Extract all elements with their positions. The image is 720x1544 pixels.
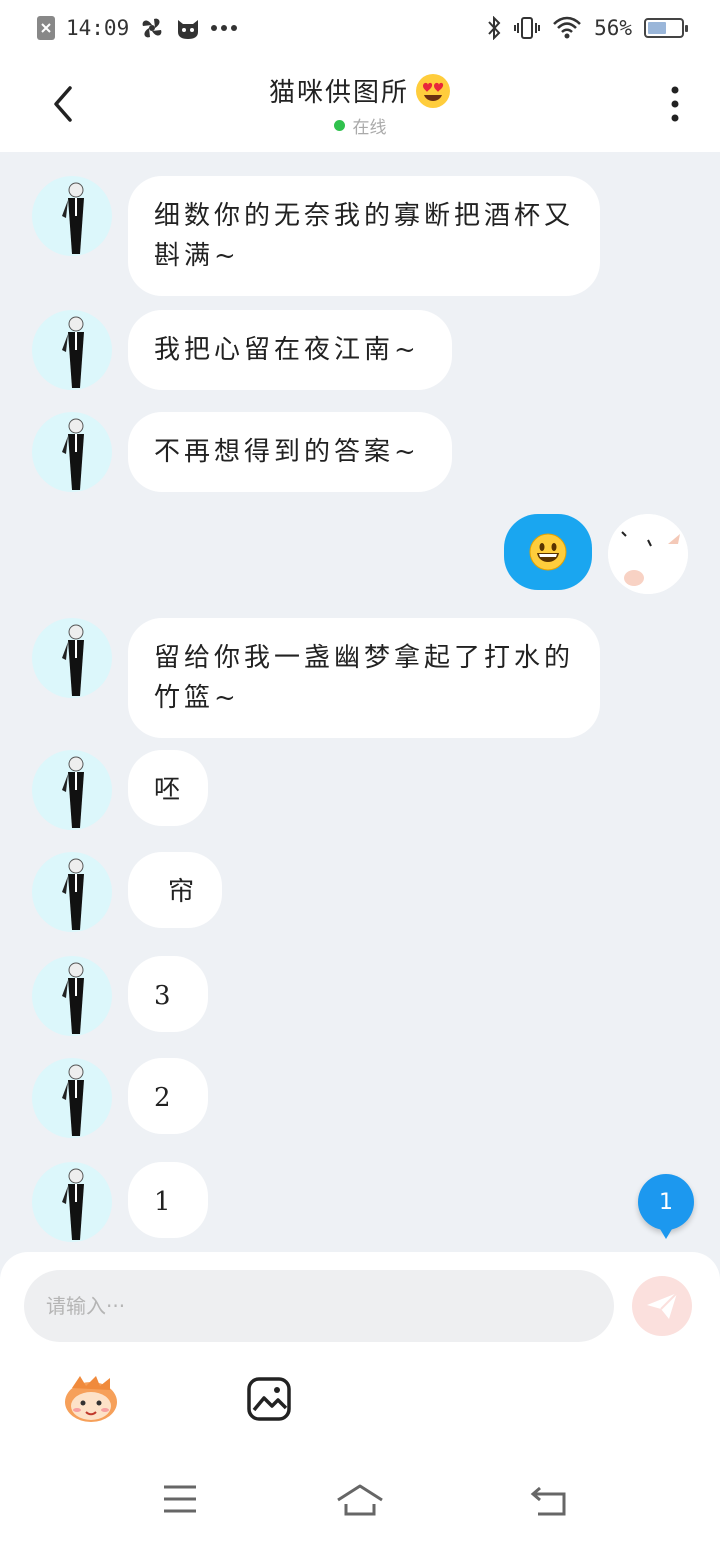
bluetooth-icon — [486, 16, 502, 40]
battery-icon — [644, 18, 688, 38]
home-icon — [337, 1484, 383, 1516]
online-dot-icon — [333, 120, 345, 131]
more-options-button[interactable] — [660, 84, 690, 124]
send-icon — [647, 1292, 678, 1319]
contact-avatar[interactable] — [32, 310, 112, 390]
home-button[interactable] — [336, 1484, 386, 1524]
more-notifications-icon — [211, 24, 238, 32]
contact-avatar[interactable] — [32, 956, 112, 1036]
menu-icon — [164, 1485, 196, 1513]
emoji-message-bubble[interactable] — [504, 514, 592, 590]
notification-close-icon — [36, 15, 56, 41]
return-icon — [530, 1486, 566, 1516]
message-bubble[interactable]: 呸 — [128, 750, 208, 826]
message-bubble[interactable]: 细数你的无奈我的寡断把酒杯又斟满~ — [128, 176, 600, 296]
heart-eyes-emoji-icon — [416, 73, 450, 108]
sticker-button[interactable] — [62, 1374, 120, 1424]
chat-header: 猫咪供图所 在线 — [0, 56, 720, 152]
message-bubble[interactable]: 1 — [128, 1162, 208, 1238]
contact-avatar[interactable] — [32, 1162, 112, 1242]
emoji-sticker-icon — [65, 1376, 117, 1422]
unread-count-badge[interactable]: 1 — [638, 1174, 694, 1239]
clock: 14:09 — [66, 16, 130, 40]
return-button[interactable] — [530, 1484, 580, 1524]
composer-panel — [0, 1252, 720, 1544]
vibrate-icon — [514, 16, 541, 40]
status-bar: 14:09 56% — [0, 0, 720, 56]
contact-avatar[interactable] — [32, 852, 112, 932]
online-status: 在线 — [333, 113, 387, 138]
chat-title-area: 猫咪供图所 在线 — [0, 72, 720, 138]
message-bubble[interactable]: 2 — [128, 1058, 208, 1134]
contact-avatar[interactable] — [32, 176, 112, 256]
system-navigation-bar — [0, 1472, 720, 1544]
grinning-face-emoji-icon — [529, 533, 567, 571]
message-bubble[interactable]: 不再想得到的答案~ — [128, 412, 452, 492]
message-bubble[interactable]: 帘 — [128, 852, 222, 928]
cat-app-icon — [175, 16, 201, 40]
wifi-icon — [552, 16, 582, 40]
chat-title-text: 猫咪供图所 — [268, 78, 409, 108]
fan-app-icon — [139, 15, 165, 41]
battery-level — [648, 22, 666, 34]
self-avatar[interactable] — [608, 514, 688, 594]
more-icon — [671, 86, 679, 122]
message-bubble[interactable]: 留给你我一盏幽梦拿起了打水的竹篮~ — [128, 618, 600, 738]
message-list[interactable]: 细数你的无奈我的寡断把酒杯又斟满~ 我把心留在夜江南~ 不再想得到的答案~ 留给… — [0, 152, 720, 1252]
contact-avatar[interactable] — [32, 412, 112, 492]
send-button[interactable] — [632, 1276, 692, 1336]
message-bubble[interactable]: 我把心留在夜江南~ — [128, 310, 452, 390]
online-status-text: 在线 — [352, 118, 387, 138]
message-bubble[interactable]: 3 — [128, 956, 208, 1032]
message-input[interactable] — [24, 1270, 614, 1342]
contact-avatar[interactable] — [32, 750, 112, 830]
menu-button[interactable] — [162, 1484, 212, 1524]
contact-avatar[interactable] — [32, 618, 112, 698]
chat-title: 猫咪供图所 — [269, 72, 451, 109]
image-button[interactable] — [246, 1376, 292, 1422]
contact-avatar[interactable] — [32, 1058, 112, 1138]
image-icon — [247, 1377, 291, 1421]
battery-percent: 56% — [594, 16, 632, 40]
